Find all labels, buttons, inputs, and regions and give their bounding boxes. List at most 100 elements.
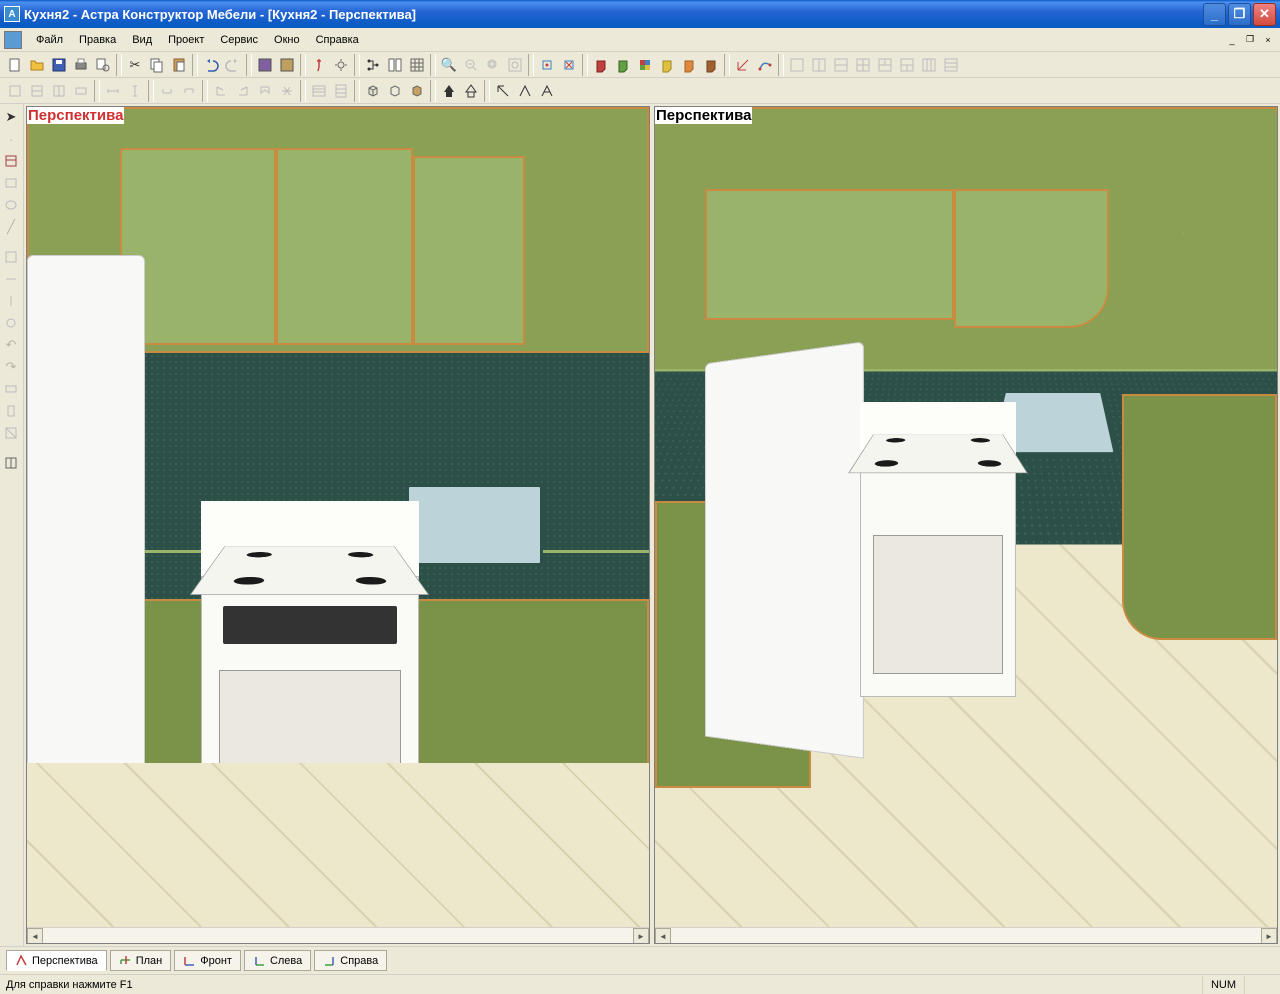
extra-g-button[interactable] <box>0 378 22 400</box>
menu-view[interactable]: Вид <box>124 32 160 48</box>
undo-button[interactable] <box>200 54 222 76</box>
zoom-window-button[interactable] <box>482 54 504 76</box>
panel-b-button[interactable] <box>26 80 48 102</box>
grid-button[interactable] <box>406 54 428 76</box>
material-button[interactable] <box>254 54 276 76</box>
extra-h-button[interactable] <box>0 400 22 422</box>
tab-plan[interactable]: План <box>110 950 172 971</box>
box-a-button[interactable] <box>362 80 384 102</box>
zoom-fit-button[interactable] <box>504 54 526 76</box>
model-orange-button[interactable] <box>678 54 700 76</box>
redo-button[interactable] <box>222 54 244 76</box>
line-tool-button[interactable]: ╱ <box>0 216 22 238</box>
model-green-button[interactable] <box>612 54 634 76</box>
tab-perspective[interactable]: Перспектива <box>6 950 107 971</box>
close-button[interactable]: ✕ <box>1253 3 1276 26</box>
split-button[interactable] <box>384 54 406 76</box>
layout2-button[interactable] <box>808 54 830 76</box>
draw-c-button[interactable] <box>536 80 558 102</box>
model-brown-button[interactable] <box>700 54 722 76</box>
tree-button[interactable] <box>362 54 384 76</box>
table-list-button[interactable] <box>308 80 330 102</box>
panel-d-button[interactable] <box>70 80 92 102</box>
layout6-button[interactable] <box>896 54 918 76</box>
door-d-button[interactable] <box>276 80 298 102</box>
save-button[interactable] <box>48 54 70 76</box>
print-button[interactable] <box>70 54 92 76</box>
texture-button[interactable] <box>276 54 298 76</box>
minimize-button[interactable]: _ <box>1203 3 1226 26</box>
extra-a-button[interactable] <box>0 246 22 268</box>
handle-b-button[interactable] <box>178 80 200 102</box>
layout3-button[interactable] <box>830 54 852 76</box>
mdi-close-button[interactable]: × <box>1260 33 1276 47</box>
maximize-button[interactable]: ❐ <box>1228 3 1251 26</box>
model-multi-button[interactable] <box>634 54 656 76</box>
axis-button[interactable] <box>732 54 754 76</box>
viewport-left[interactable]: Перспектива <box>26 106 650 944</box>
render-a-button[interactable] <box>438 80 460 102</box>
layout5-button[interactable] <box>874 54 896 76</box>
layout4-button[interactable] <box>852 54 874 76</box>
layout1-button[interactable] <box>786 54 808 76</box>
layout8-button[interactable] <box>940 54 962 76</box>
new-button[interactable] <box>4 54 26 76</box>
panel-c-button[interactable] <box>48 80 70 102</box>
tab-right[interactable]: Справа <box>314 950 387 971</box>
scroll-right-button[interactable]: ► <box>1261 928 1277 944</box>
extra-c-button[interactable] <box>0 290 22 312</box>
circle-tool-button[interactable] <box>0 194 22 216</box>
menu-edit[interactable]: Правка <box>71 32 124 48</box>
scrollbar-right[interactable]: ◄ ► <box>655 927 1277 943</box>
dim-a-button[interactable] <box>102 80 124 102</box>
paste-button[interactable] <box>168 54 190 76</box>
extra-d-button[interactable] <box>0 312 22 334</box>
open-button[interactable] <box>26 54 48 76</box>
dim-b-button[interactable] <box>124 80 146 102</box>
door-a-button[interactable] <box>210 80 232 102</box>
point-tool-button[interactable]: · <box>0 128 22 150</box>
path-button[interactable] <box>754 54 776 76</box>
box-b-button[interactable] <box>384 80 406 102</box>
draw-b-button[interactable] <box>514 80 536 102</box>
cabinet-tool-button[interactable] <box>0 452 22 474</box>
snap-center-button[interactable] <box>536 54 558 76</box>
menu-help[interactable]: Справка <box>308 32 367 48</box>
panel-a-button[interactable] <box>4 80 26 102</box>
layout7-button[interactable] <box>918 54 940 76</box>
menu-window[interactable]: Окно <box>266 32 308 48</box>
tab-left[interactable]: Слева <box>244 950 311 971</box>
pin-button[interactable] <box>308 54 330 76</box>
print-preview-button[interactable] <box>92 54 114 76</box>
library-tool-button[interactable] <box>0 150 22 172</box>
mdi-restore-button[interactable]: ❐ <box>1242 33 1258 47</box>
zoom-out-button[interactable] <box>460 54 482 76</box>
scrollbar-left[interactable]: ◄ ► <box>27 927 649 943</box>
select-tool-button[interactable]: ➤ <box>0 106 22 128</box>
mdi-minimize-button[interactable]: _ <box>1224 33 1240 47</box>
rect-tool-button[interactable] <box>0 172 22 194</box>
snap-x-button[interactable] <box>558 54 580 76</box>
scroll-left-button[interactable]: ◄ <box>27 928 43 944</box>
handle-a-button[interactable] <box>156 80 178 102</box>
hardware-button[interactable] <box>330 54 352 76</box>
model-yellow-button[interactable] <box>656 54 678 76</box>
cut-button[interactable]: ✂ <box>124 54 146 76</box>
cabinet-list-button[interactable] <box>330 80 352 102</box>
extra-b-button[interactable] <box>0 268 22 290</box>
scroll-right-button[interactable]: ► <box>633 928 649 944</box>
rotate-ccw-button[interactable]: ↶ <box>0 334 22 356</box>
rotate-cw-button[interactable]: ↷ <box>0 356 22 378</box>
extra-i-button[interactable] <box>0 422 22 444</box>
draw-a-button[interactable] <box>492 80 514 102</box>
zoom-in-button[interactable]: 🔍 <box>438 54 460 76</box>
box-c-button[interactable] <box>406 80 428 102</box>
menu-project[interactable]: Проект <box>160 32 212 48</box>
door-c-button[interactable] <box>254 80 276 102</box>
tab-front[interactable]: Фронт <box>174 950 241 971</box>
scroll-left-button[interactable]: ◄ <box>655 928 671 944</box>
door-b-button[interactable] <box>232 80 254 102</box>
model-red-button[interactable] <box>590 54 612 76</box>
render-b-button[interactable] <box>460 80 482 102</box>
viewport-right[interactable]: Перспектива <box>654 106 1278 944</box>
